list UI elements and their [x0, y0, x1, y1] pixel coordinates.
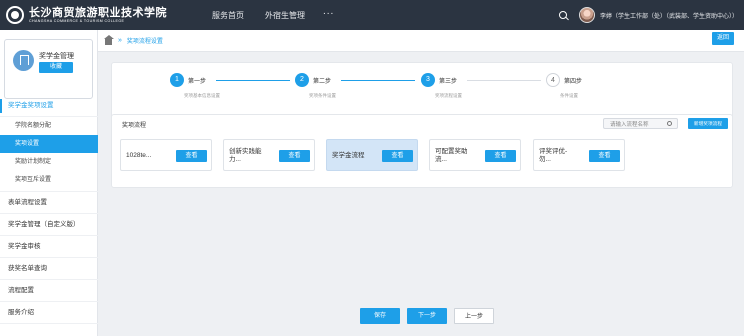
- menu-custom-management[interactable]: 奖学金管理（自定义版）: [0, 214, 98, 236]
- prev-step-button[interactable]: 上一步: [454, 308, 494, 324]
- sidebar-menu: 奖学金奖项设置 学院名额分配 奖项设置 奖励计划制定 奖项互斥设置 表单流程设置…: [0, 95, 98, 324]
- nav-more-icon[interactable]: ...: [323, 6, 334, 21]
- menu-college-quota[interactable]: 学院名额分配: [0, 117, 98, 135]
- step-desc: 奖项流程设置: [435, 93, 462, 98]
- flow-name: 创新实践能力...: [229, 147, 262, 163]
- school-logo[interactable]: 长沙商贸旅游职业技术学院 CHANGSHA COMMERCE & TOURISM…: [6, 6, 167, 24]
- view-button[interactable]: 查看: [279, 150, 310, 162]
- flow-name: 可配置奖助流...: [435, 147, 468, 163]
- user-name[interactable]: 李婷（学生工作部（处）（武装部、学生资助中心））: [600, 11, 738, 20]
- step-title: 第四步: [564, 79, 583, 85]
- breadcrumb-current: 奖项流程设置: [126, 39, 163, 45]
- step-desc: 条件设置: [560, 93, 578, 98]
- step-title: 第一步: [188, 79, 207, 85]
- view-button[interactable]: 查看: [485, 150, 516, 162]
- sidebar: 奖学金管理 收藏 奖学金奖项设置 学院名额分配 奖项设置 奖励计划制定 奖项互斥…: [0, 30, 98, 336]
- view-button[interactable]: 查看: [382, 150, 413, 162]
- flow-card[interactable]: 可配置奖助流... 查看: [429, 139, 521, 171]
- step-number: 4: [546, 73, 560, 87]
- step-number: 1: [170, 73, 184, 87]
- view-button[interactable]: 查看: [589, 150, 620, 162]
- main-nav: 服务首页 外宿生管理 ...: [191, 6, 334, 21]
- flow-panel-title: 奖项流程: [122, 123, 147, 129]
- flow-card[interactable]: 创新实践能力... 查看: [223, 139, 315, 171]
- step-title: 第三步: [439, 79, 458, 85]
- main-content: » 奖项流程设置 返回 1 第一步 奖项基本信息设置 2 第二步 奖项条件设置 …: [98, 30, 744, 336]
- service-card: 奖学金管理 收藏: [4, 39, 93, 99]
- add-award-flow-button[interactable]: 新增奖项流程: [688, 118, 728, 129]
- search-placeholder: 请输入流程名称: [610, 122, 649, 128]
- bookmark-icon: [13, 50, 34, 71]
- school-name: 长沙商贸旅游职业技术学院: [29, 5, 167, 19]
- service-title: 奖学金管理: [39, 53, 74, 60]
- breadcrumb: » 奖项流程设置 返回: [98, 30, 744, 52]
- step-number: 2: [295, 73, 309, 87]
- step-connector: [216, 80, 290, 82]
- footer-actions: 保存 下一步 上一步: [98, 306, 744, 326]
- breadcrumb-separator: »: [118, 37, 122, 44]
- menu-service-intro[interactable]: 服务介绍: [0, 302, 98, 324]
- flow-card-selected[interactable]: 奖学金流程 查看: [326, 139, 418, 171]
- back-button[interactable]: 返回: [712, 32, 734, 45]
- nav-service-home[interactable]: 服务首页: [212, 10, 244, 21]
- school-emblem-icon: [6, 6, 24, 24]
- step-desc: 奖项基本信息设置: [184, 93, 220, 98]
- step-desc: 奖项条件设置: [309, 93, 336, 98]
- flow-name: 1028te...: [126, 151, 152, 159]
- flow-name: 奖学金流程: [332, 151, 365, 159]
- view-button[interactable]: 查看: [176, 150, 207, 162]
- menu-award-exclusion[interactable]: 奖项互斥设置: [0, 171, 98, 189]
- menu-form-flow[interactable]: 表单流程设置: [0, 192, 98, 214]
- home-icon[interactable]: [103, 34, 114, 45]
- menu-award-setup[interactable]: 奖项设置: [0, 135, 98, 153]
- menu-review[interactable]: 奖学金审核: [0, 236, 98, 258]
- school-name-en: CHANGSHA COMMERCE & TOURISM COLLEGE: [29, 18, 125, 23]
- nav-offcampus-management[interactable]: 外宿生管理: [265, 10, 305, 21]
- favorite-button[interactable]: 收藏: [39, 62, 73, 73]
- flow-card[interactable]: 评奖评优-勿... 查看: [533, 139, 625, 171]
- flow-search-input[interactable]: 请输入流程名称: [603, 118, 678, 129]
- search-icon[interactable]: [667, 121, 672, 126]
- menu-flow-config[interactable]: 流程配置: [0, 280, 98, 302]
- step-title: 第二步: [313, 79, 332, 85]
- award-flow-panel: 奖项流程 请输入流程名称 新增奖项流程 1028te... 查看 创新实践能力.…: [111, 114, 733, 188]
- menu-winner-query[interactable]: 获奖名单查询: [0, 258, 98, 280]
- step-connector: [467, 80, 541, 82]
- next-step-button[interactable]: 下一步: [407, 308, 447, 324]
- step-number: 3: [421, 73, 435, 87]
- menu-award-settings[interactable]: 奖学金奖项设置: [0, 95, 98, 117]
- menu-award-plan[interactable]: 奖励计划制定: [0, 153, 98, 171]
- flow-name: 评奖评优-勿...: [539, 147, 568, 163]
- step-connector: [341, 80, 415, 82]
- flow-card[interactable]: 1028te... 查看: [120, 139, 212, 171]
- user-avatar[interactable]: [578, 7, 595, 23]
- search-icon[interactable]: [558, 11, 567, 19]
- save-button[interactable]: 保存: [360, 308, 400, 324]
- top-navbar: 长沙商贸旅游职业技术学院 CHANGSHA COMMERCE & TOURISM…: [0, 0, 744, 30]
